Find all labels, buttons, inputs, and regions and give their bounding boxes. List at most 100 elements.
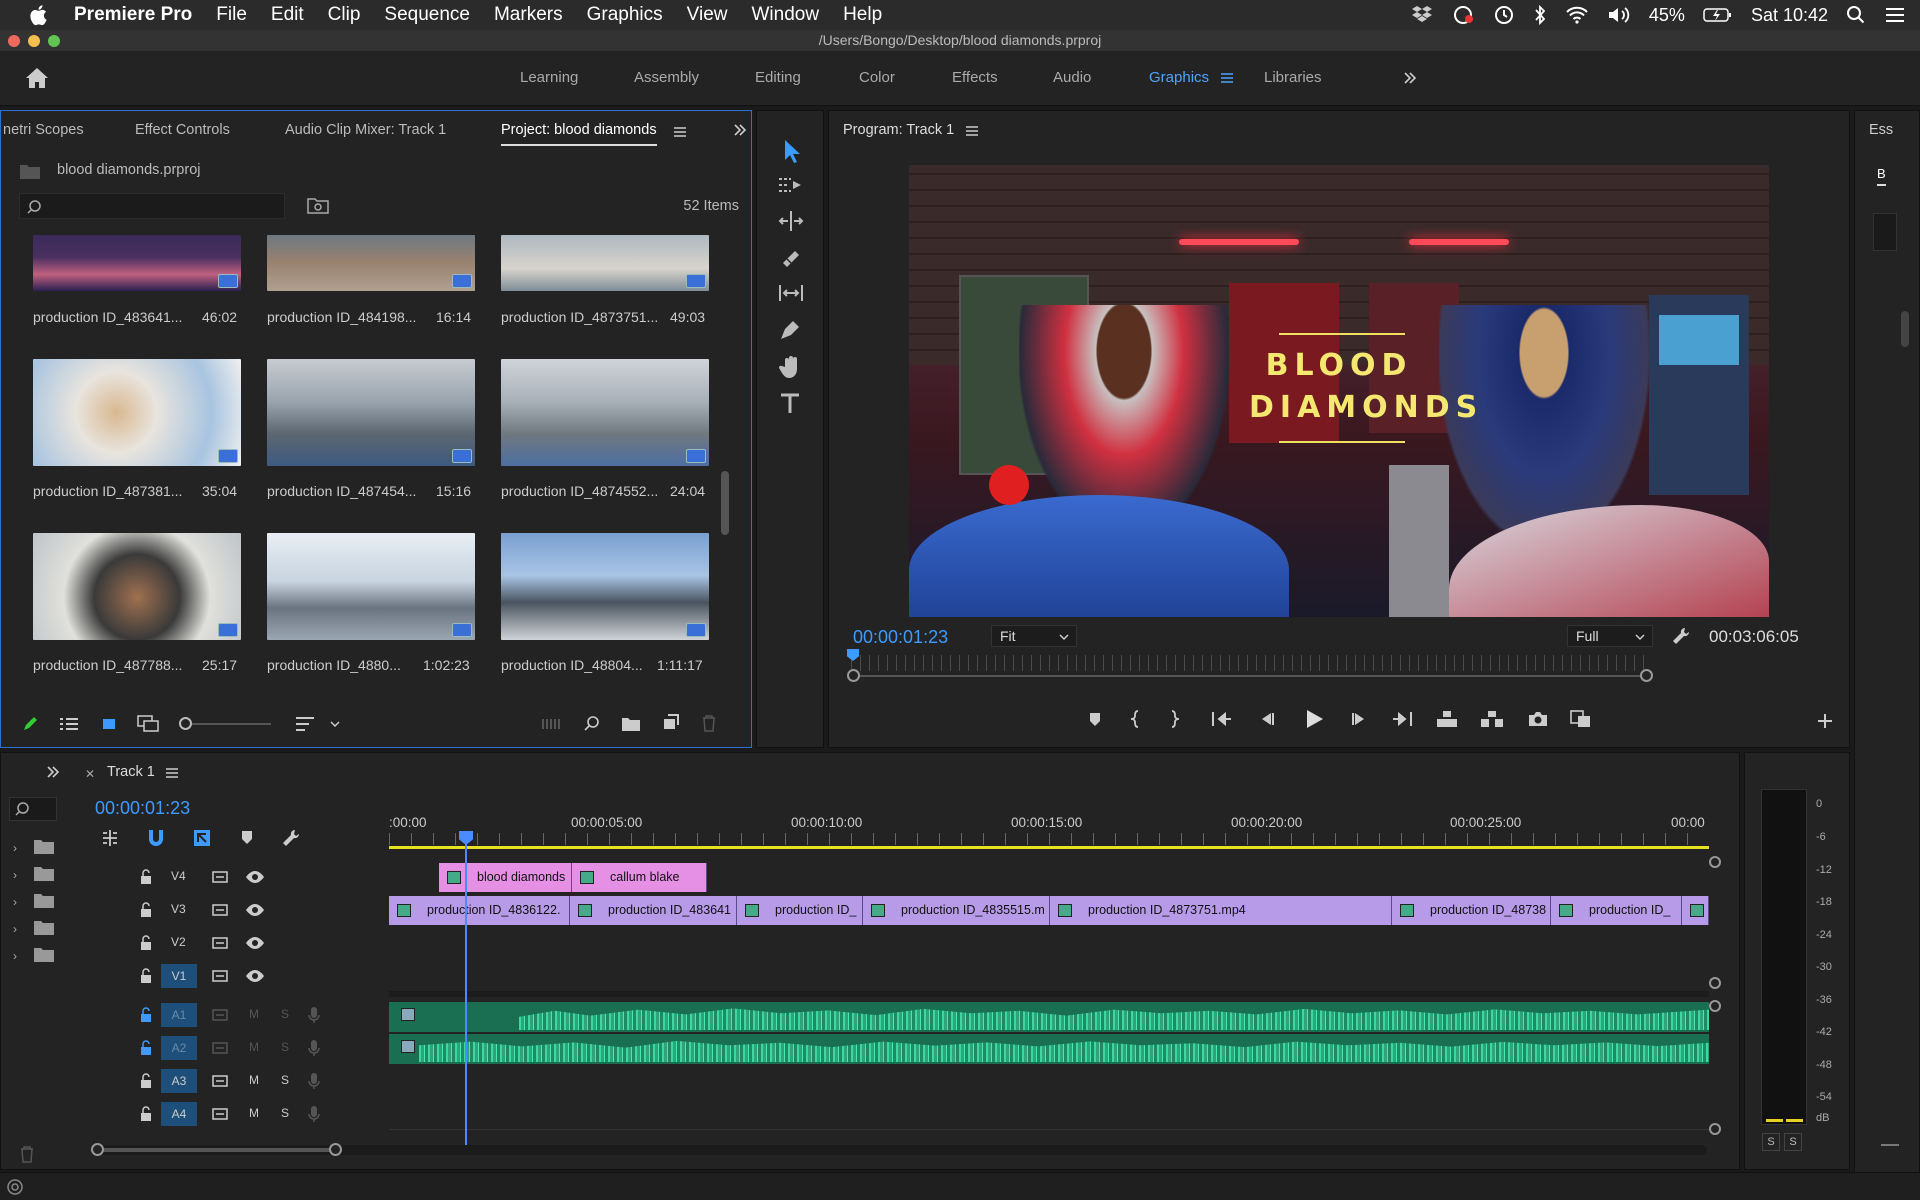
spotlight-search-icon[interactable] — [1846, 5, 1866, 25]
program-video-frame[interactable]: BLOOD DIAMONDS — [909, 165, 1769, 617]
volume-icon[interactable] — [1607, 6, 1631, 24]
panel-menu-icon[interactable] — [673, 126, 687, 138]
lock-track-icon[interactable] — [139, 1106, 153, 1122]
freeform-view-icon[interactable] — [137, 715, 161, 733]
expand-chevron-icon[interactable]: › — [13, 949, 17, 963]
linked-selection-icon[interactable] — [191, 828, 213, 848]
more-panels-icon[interactable] — [732, 122, 748, 138]
wifi-icon[interactable] — [1565, 6, 1589, 24]
lock-track-icon[interactable] — [139, 1073, 153, 1089]
voice-over-mic-icon[interactable] — [307, 1039, 321, 1057]
lock-track-icon[interactable] — [139, 1040, 153, 1056]
add-marker-icon[interactable] — [1087, 711, 1103, 727]
video-clip[interactable]: production ID_ — [1551, 896, 1682, 925]
toggle-track-output-eye-icon[interactable] — [245, 935, 265, 951]
sequence-tab[interactable]: Track 1 — [107, 764, 155, 780]
mark-out-icon[interactable] — [1169, 709, 1181, 729]
mark-in-icon[interactable] — [1129, 709, 1141, 729]
clip-thumbnail[interactable] — [267, 235, 475, 291]
voice-over-mic-icon[interactable] — [307, 1105, 321, 1123]
timeline-search-input[interactable] — [9, 797, 57, 821]
sync-lock-icon[interactable] — [211, 902, 229, 918]
project-scrollbar[interactable] — [721, 471, 729, 535]
creative-cloud-status-icon[interactable] — [6, 1178, 24, 1196]
solo-button[interactable]: S — [281, 1007, 289, 1021]
zoom-handle-right[interactable] — [1640, 669, 1653, 682]
toggle-track-output-eye-icon[interactable] — [245, 968, 265, 984]
panel-menu-icon[interactable] — [165, 767, 179, 779]
video-clip[interactable]: production ID_4836122. — [389, 896, 570, 925]
track-name-targeted[interactable]: A2 — [161, 1036, 197, 1060]
workspace-assembly[interactable]: Assembly — [634, 69, 699, 86]
audio-clip-a2[interactable] — [389, 1034, 1709, 1064]
menu-clip[interactable]: Clip — [328, 4, 361, 26]
workspace-learning[interactable]: Learning — [520, 69, 578, 86]
program-time-ruler[interactable] — [851, 655, 1649, 671]
track-name[interactable]: V4 — [171, 869, 186, 883]
video-clip[interactable] — [1682, 896, 1709, 925]
zoom-slider-handle[interactable] — [179, 717, 192, 730]
more-panels-icon[interactable] — [45, 764, 61, 780]
ripple-edit-tool-icon[interactable] — [777, 209, 805, 233]
workspace-editing[interactable]: Editing — [755, 69, 801, 86]
lock-track-icon[interactable] — [139, 968, 153, 984]
bin-item[interactable]: › — [11, 889, 61, 916]
video-clip[interactable]: production ID_ — [737, 896, 863, 925]
mute-button[interactable]: M — [249, 1073, 259, 1087]
title-overlay[interactable]: BLOOD DIAMONDS — [1249, 345, 1477, 429]
graphic-clip[interactable]: blood diamonds — [439, 863, 572, 892]
bin-item[interactable]: › — [11, 916, 61, 943]
track-name-targeted[interactable]: A4 — [161, 1102, 197, 1126]
menu-premiere-pro[interactable]: Premiere Pro — [74, 4, 192, 26]
workspace-effects[interactable]: Effects — [952, 69, 998, 86]
icon-view-icon[interactable] — [101, 716, 117, 732]
tab-lumetri-scopes[interactable]: netri Scopes — [3, 122, 84, 138]
tab-effect-controls[interactable]: Effect Controls — [135, 122, 230, 138]
sync-lock-icon[interactable] — [211, 1106, 229, 1122]
clock[interactable]: Sat 10:42 — [1751, 5, 1828, 26]
sort-icons-icon[interactable] — [295, 715, 315, 733]
track-name-targeted[interactable]: A1 — [161, 1003, 197, 1027]
more-workspaces-icon[interactable] — [1402, 70, 1418, 86]
hand-tool-icon[interactable] — [777, 353, 805, 381]
bin-item[interactable]: › — [11, 835, 61, 862]
wrench-settings-icon[interactable] — [1671, 626, 1691, 646]
battery-charging-icon[interactable] — [1703, 7, 1733, 23]
mute-button[interactable]: M — [249, 1007, 259, 1021]
menu-markers[interactable]: Markers — [494, 4, 563, 26]
video-clip[interactable]: production ID_48738 — [1392, 896, 1551, 925]
track-select-tool-icon[interactable] — [777, 173, 805, 197]
video-clip[interactable]: production ID_4835515.m — [863, 896, 1050, 925]
timeline-settings-wrench-icon[interactable] — [281, 828, 301, 848]
solo-left-button[interactable]: S — [1762, 1133, 1780, 1151]
export-frame-camera-icon[interactable] — [1527, 709, 1549, 729]
lock-track-icon[interactable] — [139, 902, 153, 918]
video-tracks-scroll-handle[interactable] — [1709, 977, 1721, 989]
trash-icon[interactable] — [19, 1145, 35, 1163]
zoom-handle-left[interactable] — [847, 669, 860, 682]
workspace-graphics[interactable]: Graphics — [1149, 69, 1209, 86]
sync-lock-icon[interactable] — [211, 1007, 229, 1023]
expand-chevron-icon[interactable]: › — [13, 868, 17, 882]
play-icon[interactable] — [1303, 707, 1325, 731]
slip-tool-icon[interactable] — [777, 281, 805, 305]
fit-dropdown[interactable]: Fit — [991, 625, 1077, 647]
list-view-icon[interactable] — [59, 716, 79, 732]
workspace-audio[interactable]: Audio — [1053, 69, 1091, 86]
clip-thumbnail[interactable] — [501, 533, 709, 640]
track-name-targeted[interactable]: A3 — [161, 1069, 197, 1093]
clip-thumbnail[interactable] — [501, 235, 709, 291]
lock-track-icon[interactable] — [139, 935, 153, 951]
find-icon[interactable] — [583, 715, 601, 733]
clip-thumbnail[interactable] — [33, 533, 241, 640]
toggle-track-output-eye-icon[interactable] — [245, 869, 265, 885]
essentials-search-box[interactable] — [1873, 213, 1897, 251]
menu-window[interactable]: Window — [751, 4, 819, 26]
video-clip[interactable]: production ID_483641 — [570, 896, 737, 925]
workspace-libraries[interactable]: Libraries — [1264, 69, 1322, 86]
new-item-icon[interactable] — [661, 714, 679, 732]
new-bin-icon[interactable] — [621, 715, 641, 733]
selection-tool-icon[interactable] — [777, 137, 805, 165]
close-sequence-tab-icon[interactable]: ✕ — [85, 767, 95, 781]
lock-track-icon[interactable] — [139, 1007, 153, 1023]
